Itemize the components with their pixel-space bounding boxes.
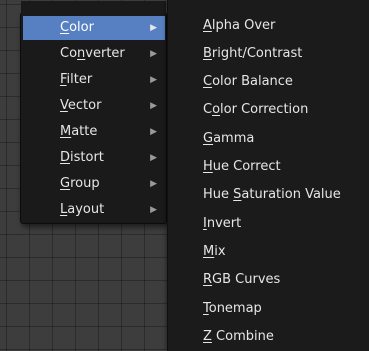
submenu-item-color-correction[interactable]: Color Correction	[168, 96, 368, 124]
submenu-item-alpha-over[interactable]: Alpha Over	[168, 12, 368, 40]
menu-item-converter[interactable]: Converter ▶	[23, 42, 165, 66]
menu-item-color[interactable]: Color ▶	[23, 16, 165, 40]
category-menu: Color ▶ Converter ▶ Filter ▶ Vector ▶ Ma…	[20, 1, 167, 224]
submenu-item-bright-contrast[interactable]: Bright/Contrast	[168, 40, 368, 68]
submenu-item-color-balance[interactable]: Color Balance	[168, 68, 368, 96]
menu-item-distort[interactable]: Distort ▶	[23, 146, 165, 170]
submenu-arrow-icon: ▶	[150, 127, 157, 137]
menu-item-layout[interactable]: Layout ▶	[23, 198, 165, 222]
submenu-item-hue-saturation-value[interactable]: Hue Saturation Value	[168, 181, 368, 209]
submenu-arrow-icon: ▶	[150, 75, 157, 85]
menu-item-vector[interactable]: Vector ▶	[23, 94, 165, 118]
submenu-arrow-icon: ▶	[150, 179, 157, 189]
menu-item-filter[interactable]: Filter ▶	[23, 68, 165, 92]
color-submenu: Alpha Over Bright/Contrast Color Balance…	[167, 0, 369, 351]
submenu-arrow-icon: ▶	[150, 101, 157, 111]
submenu-arrow-icon: ▶	[150, 205, 157, 215]
submenu-item-invert[interactable]: Invert	[168, 210, 368, 238]
submenu-item-rgb-curves[interactable]: RGB Curves	[168, 266, 368, 294]
submenu-arrow-icon: ▶	[150, 49, 157, 59]
submenu-item-z-combine[interactable]: Z Combine	[168, 323, 368, 351]
menu-item-matte[interactable]: Matte ▶	[23, 120, 165, 144]
submenu-item-hue-correct[interactable]: Hue Correct	[168, 153, 368, 181]
submenu-arrow-icon: ▶	[150, 153, 157, 163]
submenu-item-mix[interactable]: Mix	[168, 238, 368, 266]
submenu-item-gamma[interactable]: Gamma	[168, 125, 368, 153]
submenu-item-tonemap[interactable]: Tonemap	[168, 295, 368, 323]
menu-top-stub	[21, 1, 166, 13]
submenu-arrow-icon: ▶	[150, 23, 157, 33]
menu-item-group[interactable]: Group ▶	[23, 172, 165, 196]
